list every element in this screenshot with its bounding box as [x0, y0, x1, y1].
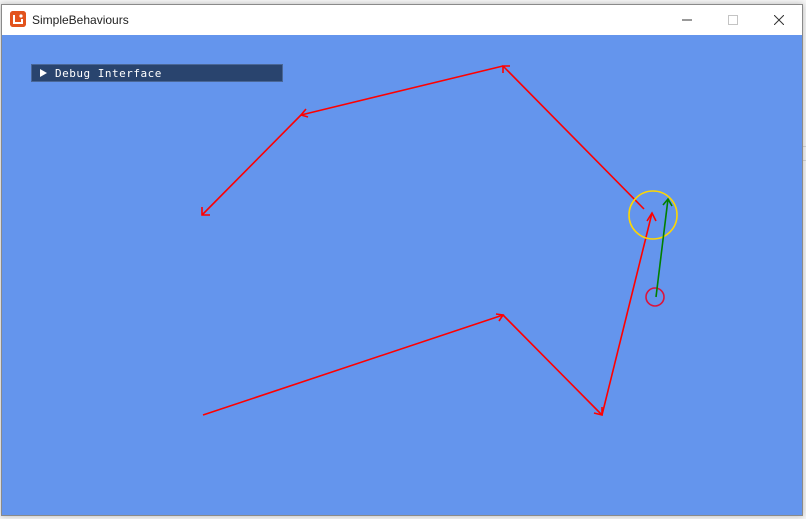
close-icon [774, 15, 784, 25]
debug-interface-header[interactable]: Debug Interface [31, 64, 283, 82]
window-title: SimpleBehaviours [32, 13, 129, 27]
minimize-button[interactable] [664, 5, 710, 35]
title-bar[interactable]: SimpleBehaviours [2, 5, 802, 35]
maximize-icon [728, 15, 738, 25]
lower-path [202, 212, 653, 416]
agent-heading-vector [655, 198, 669, 298]
scene-drawing [201, 65, 678, 417]
agent-marker [645, 287, 665, 307]
monogame-app-icon [10, 11, 26, 27]
collapse-triangle-icon[interactable] [40, 69, 47, 77]
upper-path [201, 65, 645, 216]
debug-interface-label: Debug Interface [55, 66, 162, 80]
maximize-button[interactable] [710, 5, 756, 35]
lower-path-arrowheads [495, 211, 657, 417]
game-canvas[interactable]: Debug Interface [2, 35, 802, 515]
minimize-icon [682, 19, 692, 21]
upper-path-arrowheads [201, 65, 510, 216]
close-button[interactable] [756, 5, 802, 35]
app-window: SimpleBehaviours Debug Interface [1, 4, 803, 516]
